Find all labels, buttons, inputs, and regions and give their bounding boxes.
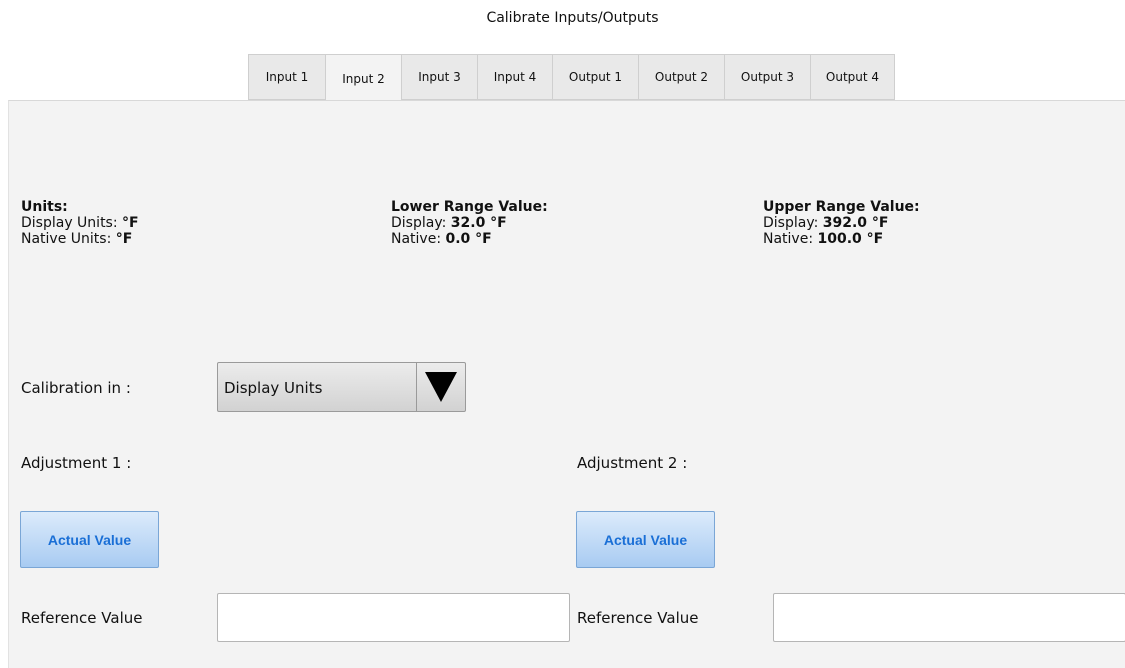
tab-input-3[interactable]: Input 3 xyxy=(401,54,477,100)
native-units-value: °F xyxy=(115,231,133,247)
tab-input-4[interactable]: Input 4 xyxy=(477,54,552,100)
calibration-in-label: Calibration in : xyxy=(21,379,131,397)
units-heading: Units: xyxy=(21,199,68,215)
upper-native-value: 100.0 °F xyxy=(817,231,884,247)
adjustment-1-label: Adjustment 1 : xyxy=(21,454,132,472)
reference-value-input-2[interactable] xyxy=(773,593,1125,642)
lower-display-line: Display: 32.0 °F xyxy=(391,215,548,231)
dropdown-toggle[interactable] xyxy=(416,363,465,411)
native-units-line: Native Units: °F xyxy=(21,231,139,247)
tab-bar: Input 1 Input 2 Input 3 Input 4 Output 1… xyxy=(248,54,895,101)
tab-input-2[interactable]: Input 2 xyxy=(325,54,401,101)
reference-value-label-1: Reference Value xyxy=(21,609,143,627)
lower-native-line: Native: 0.0 °F xyxy=(391,231,548,247)
display-units-value: °F xyxy=(122,215,139,231)
lower-range-heading: Lower Range Value: xyxy=(391,199,548,215)
tab-input-1[interactable]: Input 1 xyxy=(248,54,325,100)
tab-output-1[interactable]: Output 1 xyxy=(552,54,638,100)
reference-value-label-2: Reference Value xyxy=(577,609,699,627)
native-units-label: Native Units: xyxy=(21,231,116,247)
upper-native-line: Native: 100.0 °F xyxy=(763,231,920,247)
upper-range-info: Upper Range Value: Display: 392.0 °F Nat… xyxy=(763,199,920,247)
actual-value-button-1[interactable]: Actual Value xyxy=(20,511,159,568)
display-units-line: Display Units: °F xyxy=(21,215,139,231)
adjustment-2-label: Adjustment 2 : xyxy=(577,454,688,472)
tab-output-3[interactable]: Output 3 xyxy=(724,54,810,100)
lower-display-value: 32.0 °F xyxy=(450,215,507,231)
reference-value-input-1[interactable] xyxy=(217,593,570,642)
calibration-units-dropdown[interactable]: Display Units xyxy=(217,362,466,412)
upper-native-label: Native: xyxy=(763,231,818,247)
calibration-selected-value: Display Units xyxy=(224,379,323,397)
tab-content-panel: Units: Display Units: °F Native Units: °… xyxy=(8,100,1125,668)
tab-output-4[interactable]: Output 4 xyxy=(810,54,895,100)
display-units-label: Display Units: xyxy=(21,215,123,231)
lower-range-info: Lower Range Value: Display: 32.0 °F Nati… xyxy=(391,199,548,247)
upper-display-label: Display: xyxy=(763,215,823,231)
triangle-down-icon xyxy=(425,372,457,402)
lower-native-value: 0.0 °F xyxy=(445,231,492,247)
tab-output-2[interactable]: Output 2 xyxy=(638,54,724,100)
window-title: Calibrate Inputs/Outputs xyxy=(486,10,659,26)
upper-range-heading: Upper Range Value: xyxy=(763,199,920,215)
actual-value-button-2[interactable]: Actual Value xyxy=(576,511,715,568)
lower-display-label: Display: xyxy=(391,215,451,231)
upper-display-line: Display: 392.0 °F xyxy=(763,215,920,231)
calibration-window: Calibrate Inputs/Outputs Input 1 Input 2… xyxy=(0,0,1125,668)
lower-native-label: Native: xyxy=(391,231,446,247)
upper-display-value: 392.0 °F xyxy=(822,215,889,231)
units-info: Units: Display Units: °F Native Units: °… xyxy=(21,199,139,247)
